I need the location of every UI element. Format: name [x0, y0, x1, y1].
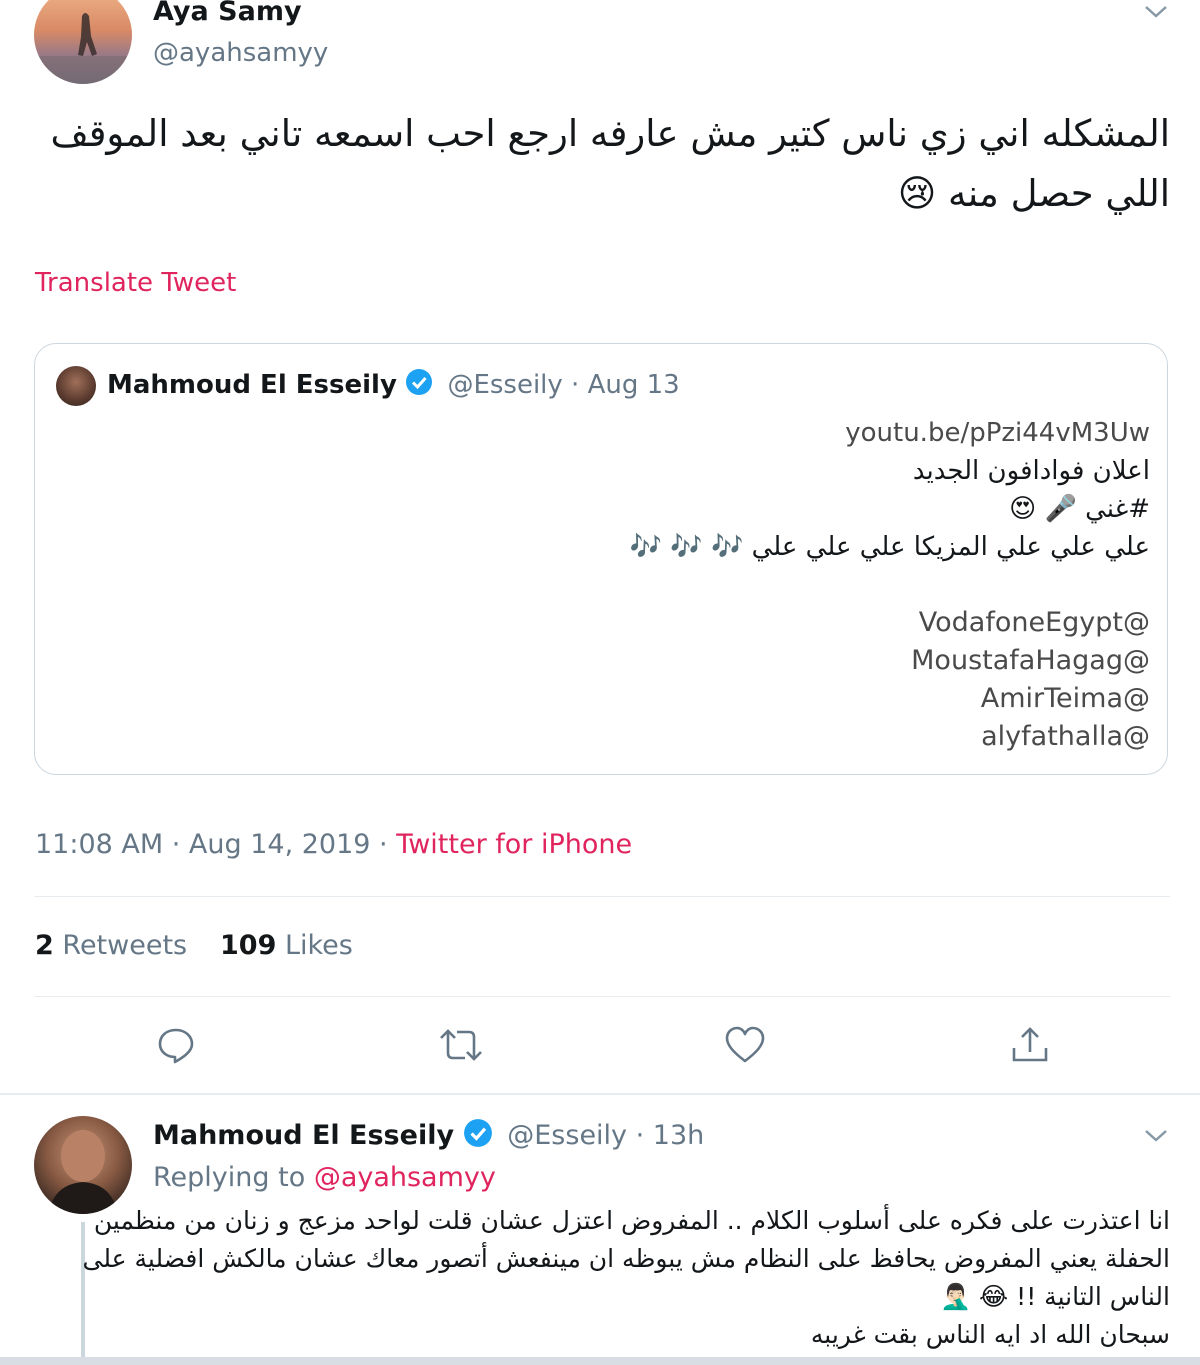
retweets-label: Retweets — [62, 930, 188, 961]
retweets-stat[interactable]: 2 Retweets — [35, 930, 187, 961]
quoted-author-line: Mahmoud El Esseily @Esseily · Aug 13 — [107, 368, 680, 403]
tweet-timestamp[interactable]: 11:08 AM · Aug 14, 2019 · — [35, 829, 396, 860]
quoted-author-handle-date: @Esseily · Aug 13 — [447, 370, 680, 400]
quoted-link[interactable]: youtu.be/pPzi44vM3Uw — [450, 418, 1150, 448]
more-options-chevron[interactable] — [1141, 0, 1171, 24]
replying-to-handle[interactable]: @ayahsamyy — [314, 1162, 496, 1193]
quoted-author-name: Mahmoud El Esseily — [107, 370, 397, 400]
divider — [34, 996, 1170, 997]
retweet-button[interactable] — [437, 1021, 485, 1069]
quoted-author-avatar — [56, 366, 96, 406]
quoted-line-2: اعلان فوادافون الجديد — [912, 456, 1150, 486]
reply-author-handle-time[interactable]: @Esseily · 13h — [507, 1120, 704, 1151]
replying-to-label: Replying to — [153, 1162, 314, 1193]
tweet-source[interactable]: Twitter for iPhone — [396, 829, 632, 860]
quoted-hashtag-line: #غني 🎤 😍 — [1009, 494, 1150, 524]
window-bottom-edge — [0, 1357, 1200, 1365]
retweets-count: 2 — [35, 930, 54, 961]
share-button[interactable] — [1006, 1021, 1054, 1069]
verified-badge-icon — [463, 1118, 493, 1155]
reply-button[interactable] — [152, 1021, 200, 1069]
reply-text-line-4: سبحان الله اد ايه الناس بقت غريبه — [810, 1320, 1170, 1349]
author-name[interactable]: Aya Samy — [153, 0, 302, 27]
author-avatar[interactable] — [34, 0, 132, 84]
author-handle[interactable]: @ayahsamyy — [153, 38, 328, 68]
reply-text-line-1: انا اعتذرت على فكره على أسلوب الكلام .. … — [93, 1206, 1170, 1235]
tweet-text-line-1: المشكله اني زي ناس كتير مش عارفه ارجع اح… — [50, 112, 1170, 155]
replying-to-line: Replying to @ayahsamyy — [153, 1162, 496, 1193]
reply-author-avatar[interactable] — [34, 1116, 132, 1214]
chevron-down-icon — [1145, 1130, 1167, 1142]
tweet-timestamp-line: 11:08 AM · Aug 14, 2019 · Twitter for iP… — [35, 829, 632, 860]
likes-label: Likes — [284, 930, 353, 961]
likes-stat[interactable]: 109 Likes — [220, 930, 353, 961]
translate-tweet-link[interactable]: Translate Tweet — [35, 268, 236, 298]
quoted-line-4: علي علي علي المزيكا علي علي علي 🎶 🎶 🎶 — [629, 532, 1150, 562]
reply-author-line: Mahmoud El Esseily @Esseily · 13h — [153, 1118, 704, 1155]
likes-count: 109 — [220, 930, 277, 961]
reply-text-line-3: الناس التانية !! 😂 🤦🏻‍♂️ — [939, 1282, 1170, 1311]
verified-badge-icon — [405, 368, 433, 403]
like-button[interactable] — [721, 1021, 769, 1069]
retweet-icon — [440, 1029, 482, 1061]
reply-author-name[interactable]: Mahmoud El Esseily — [153, 1120, 454, 1151]
share-icon — [1012, 1027, 1048, 1062]
chevron-down-icon — [1145, 6, 1167, 18]
quoted-mention-1[interactable]: @VodafoneEgypt — [550, 607, 1150, 638]
quoted-mention-3[interactable]: @AmirTeima — [550, 683, 1150, 714]
tweet-text-line-2: اللي حصل منه 😢 — [897, 172, 1170, 215]
reply-icon — [158, 1028, 194, 1064]
reply-text-line-2: الحفلة يعني المفروض يحافظ على النظام مش … — [82, 1244, 1170, 1273]
quoted-mention-2[interactable]: @MoustafaHagag — [550, 645, 1150, 676]
heart-icon — [725, 1026, 765, 1063]
reply-more-options-chevron[interactable] — [1141, 1124, 1171, 1148]
section-divider — [0, 1093, 1200, 1095]
divider — [34, 896, 1170, 897]
quoted-mention-4[interactable]: @alyfathalla — [550, 721, 1150, 752]
